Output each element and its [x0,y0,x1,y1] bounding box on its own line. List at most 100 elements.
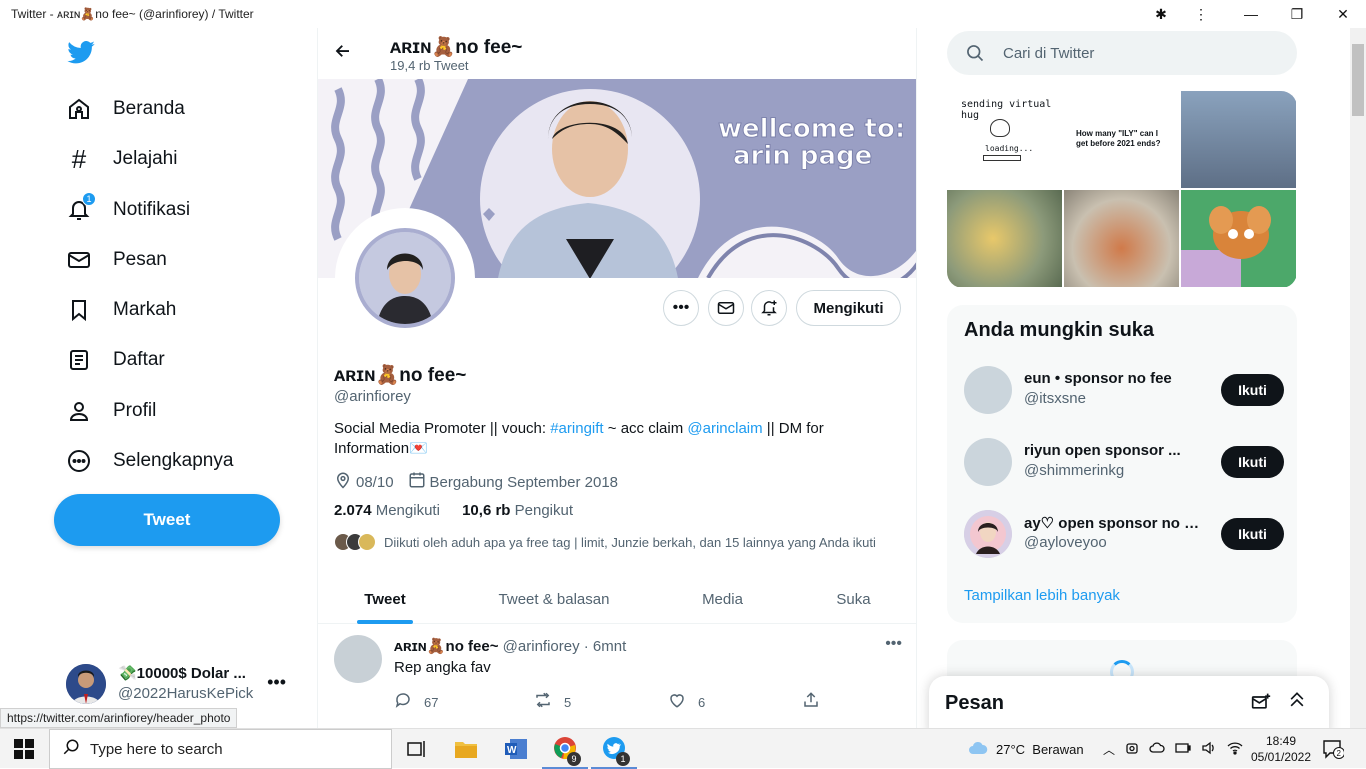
nav-item-more[interactable]: Selengkapnya [54,437,233,485]
tab-media[interactable]: Media [656,574,789,624]
tab-tweets-replies[interactable]: Tweet & balasan [452,574,656,624]
suggestion-name: ay♡ open sponsor no fee [1024,515,1204,532]
notification-center-icon[interactable]: 2 [1322,729,1344,769]
nav-item-explore[interactable]: # Jelajahi [54,135,178,183]
taskbar-search-input[interactable]: Type here to search [49,729,392,769]
nav-label-bookmarks: Markah [113,299,177,320]
follow-button[interactable]: Ikuti [1221,518,1284,550]
word-icon[interactable]: W [493,729,539,769]
expand-chevron-icon[interactable] [1287,690,1307,715]
suggestion-handle: @shimmerinkg [1024,462,1125,479]
tab-label: Tweet [364,590,406,608]
task-view-icon[interactable] [394,729,440,769]
followers-link[interactable]: 10,6 rb Pengikut [462,502,573,519]
suggestion-avatar [964,510,1012,558]
tweet-avatar[interactable] [334,635,382,683]
followed-by[interactable]: Diikuti oleh aduh apa ya free tag | limi… [334,533,876,551]
account-more-icon[interactable]: ••• [267,672,286,693]
onedrive-icon[interactable] [1149,741,1165,757]
tweet-item[interactable]: ᴀʀɪɴ🧸no fee~ @arinfiorey · 6mnt ••• Rep … [318,625,916,728]
new-message-icon[interactable] [1251,692,1271,717]
speaker-icon[interactable] [1201,741,1217,758]
following-button[interactable]: Mengikuti [796,290,901,326]
media-thumb[interactable]: How many "ILY" can I get before 2021 end… [1064,91,1179,188]
suggestion-row[interactable]: riyun open sponsor ... @shimmerinkg Ikut… [964,432,1284,492]
scrollbar-thumb[interactable] [1352,44,1364,116]
camera-icon[interactable] [1125,741,1139,758]
tab-label: Tweet & balasan [498,590,610,608]
suggestion-row[interactable]: eun • sponsor no fee @itsxsne Ikuti [964,360,1284,420]
nav-item-lists[interactable]: Daftar [54,336,165,384]
message-button[interactable] [708,290,744,326]
share-button[interactable] [802,691,832,714]
media-thumb[interactable] [1181,91,1296,188]
bio-hashtag-link[interactable]: #aringift [550,420,603,437]
media-thumb[interactable] [1181,190,1296,287]
twitter-app-icon[interactable]: 1 [591,729,637,769]
messages-drawer[interactable]: Pesan [929,676,1329,728]
media-grid: sending virtual hug loading... How many … [947,91,1297,288]
nav-item-bookmarks[interactable]: Markah [54,286,176,334]
suggestion-row[interactable]: ay♡ open sponsor no fee @ayloveyoo Ikuti [964,504,1284,564]
tab-likes[interactable]: Suka [789,574,916,624]
profile-stats: 2.074 Mengikuti 10,6 rb Pengikut [334,502,573,519]
media-thumb[interactable] [1064,190,1179,287]
notify-button[interactable] [751,290,787,326]
clock[interactable]: 18:49 05/01/2022 [1250,733,1312,765]
tweet-more-icon[interactable]: ••• [885,635,902,653]
more-options-button[interactable]: ••• [663,290,699,326]
chrome-icon[interactable]: 9 [542,729,588,769]
wifi-icon[interactable] [1227,741,1243,758]
account-name: 💸10000$ Dolar ... [118,665,246,682]
notif-count: 2 [1337,749,1342,758]
following-label: Mengikuti [375,502,440,519]
nav-label-home: Beranda [113,98,185,119]
tweet-author-name[interactable]: ᴀʀɪɴ🧸no fee~ [394,638,499,655]
search-input[interactable]: Cari di Twitter [947,31,1297,75]
cloud-icon [968,740,988,759]
show-more-link[interactable]: Tampilkan lebih banyak [964,587,1120,604]
banner-title: wellcome to: [718,114,905,144]
close-button[interactable]: ✕ [1320,0,1366,28]
suggestion-avatar [964,366,1012,414]
nav-item-profile[interactable]: Profil [54,387,156,435]
banner-subtitle: arin page [733,141,872,171]
profile-avatar[interactable] [335,208,475,348]
weather-widget[interactable]: 27°C Berawan [968,729,1084,769]
more-circle-icon [66,448,92,474]
nav-item-home[interactable]: Beranda [54,85,185,133]
menu-icon[interactable]: ⋮ [1178,0,1224,28]
taskbar-search-placeholder: Type here to search [90,740,223,758]
envelope-icon [66,247,92,273]
media-thumb[interactable]: sending virtual hug loading... [947,91,1062,188]
retweet-button[interactable]: 5 [534,691,571,714]
minimize-button[interactable]: — [1228,0,1274,28]
back-arrow-icon[interactable] [334,42,352,66]
bio-text: Social Media Promoter || vouch: [334,420,551,437]
account-switcher[interactable]: 💸10000$ Dolar ... @2022HarusKePick ••• [66,662,306,706]
nav-label-messages: Pesan [113,249,167,270]
windows-start-icon[interactable] [14,739,34,759]
file-explorer-icon[interactable] [443,729,489,769]
media-sub: loading... [985,144,1034,153]
bio-mention-link[interactable]: @arinclaim [687,420,762,437]
status-url: https://twitter.com/arinfiorey/header_ph… [0,708,238,728]
follow-button[interactable]: Ikuti [1221,446,1284,478]
media-caption: How many "ILY" can I get before 2021 end… [1076,129,1161,148]
tab-tweets[interactable]: Tweet [318,574,452,624]
tweet-text: Rep angka fav [394,659,491,676]
nav-item-messages[interactable]: Pesan [54,236,167,284]
battery-icon[interactable] [1175,742,1191,757]
like-button[interactable]: 6 [668,691,705,714]
reply-button[interactable]: 67 [394,691,438,714]
media-thumb[interactable] [947,190,1062,287]
restore-button[interactable]: ❐ [1274,0,1320,28]
page-scrollbar[interactable] [1350,28,1366,728]
nav-item-notifications[interactable]: 1 Notifikasi [54,186,190,234]
following-link[interactable]: 2.074 Mengikuti [334,502,440,519]
tweet-button[interactable]: Tweet [54,494,280,546]
twitter-logo-icon[interactable] [66,38,96,68]
chevron-up-icon[interactable]: ︿ [1103,741,1115,758]
header-name: ᴀʀɪɴ🧸no fee~ [390,37,523,58]
follow-button[interactable]: Ikuti [1221,374,1284,406]
